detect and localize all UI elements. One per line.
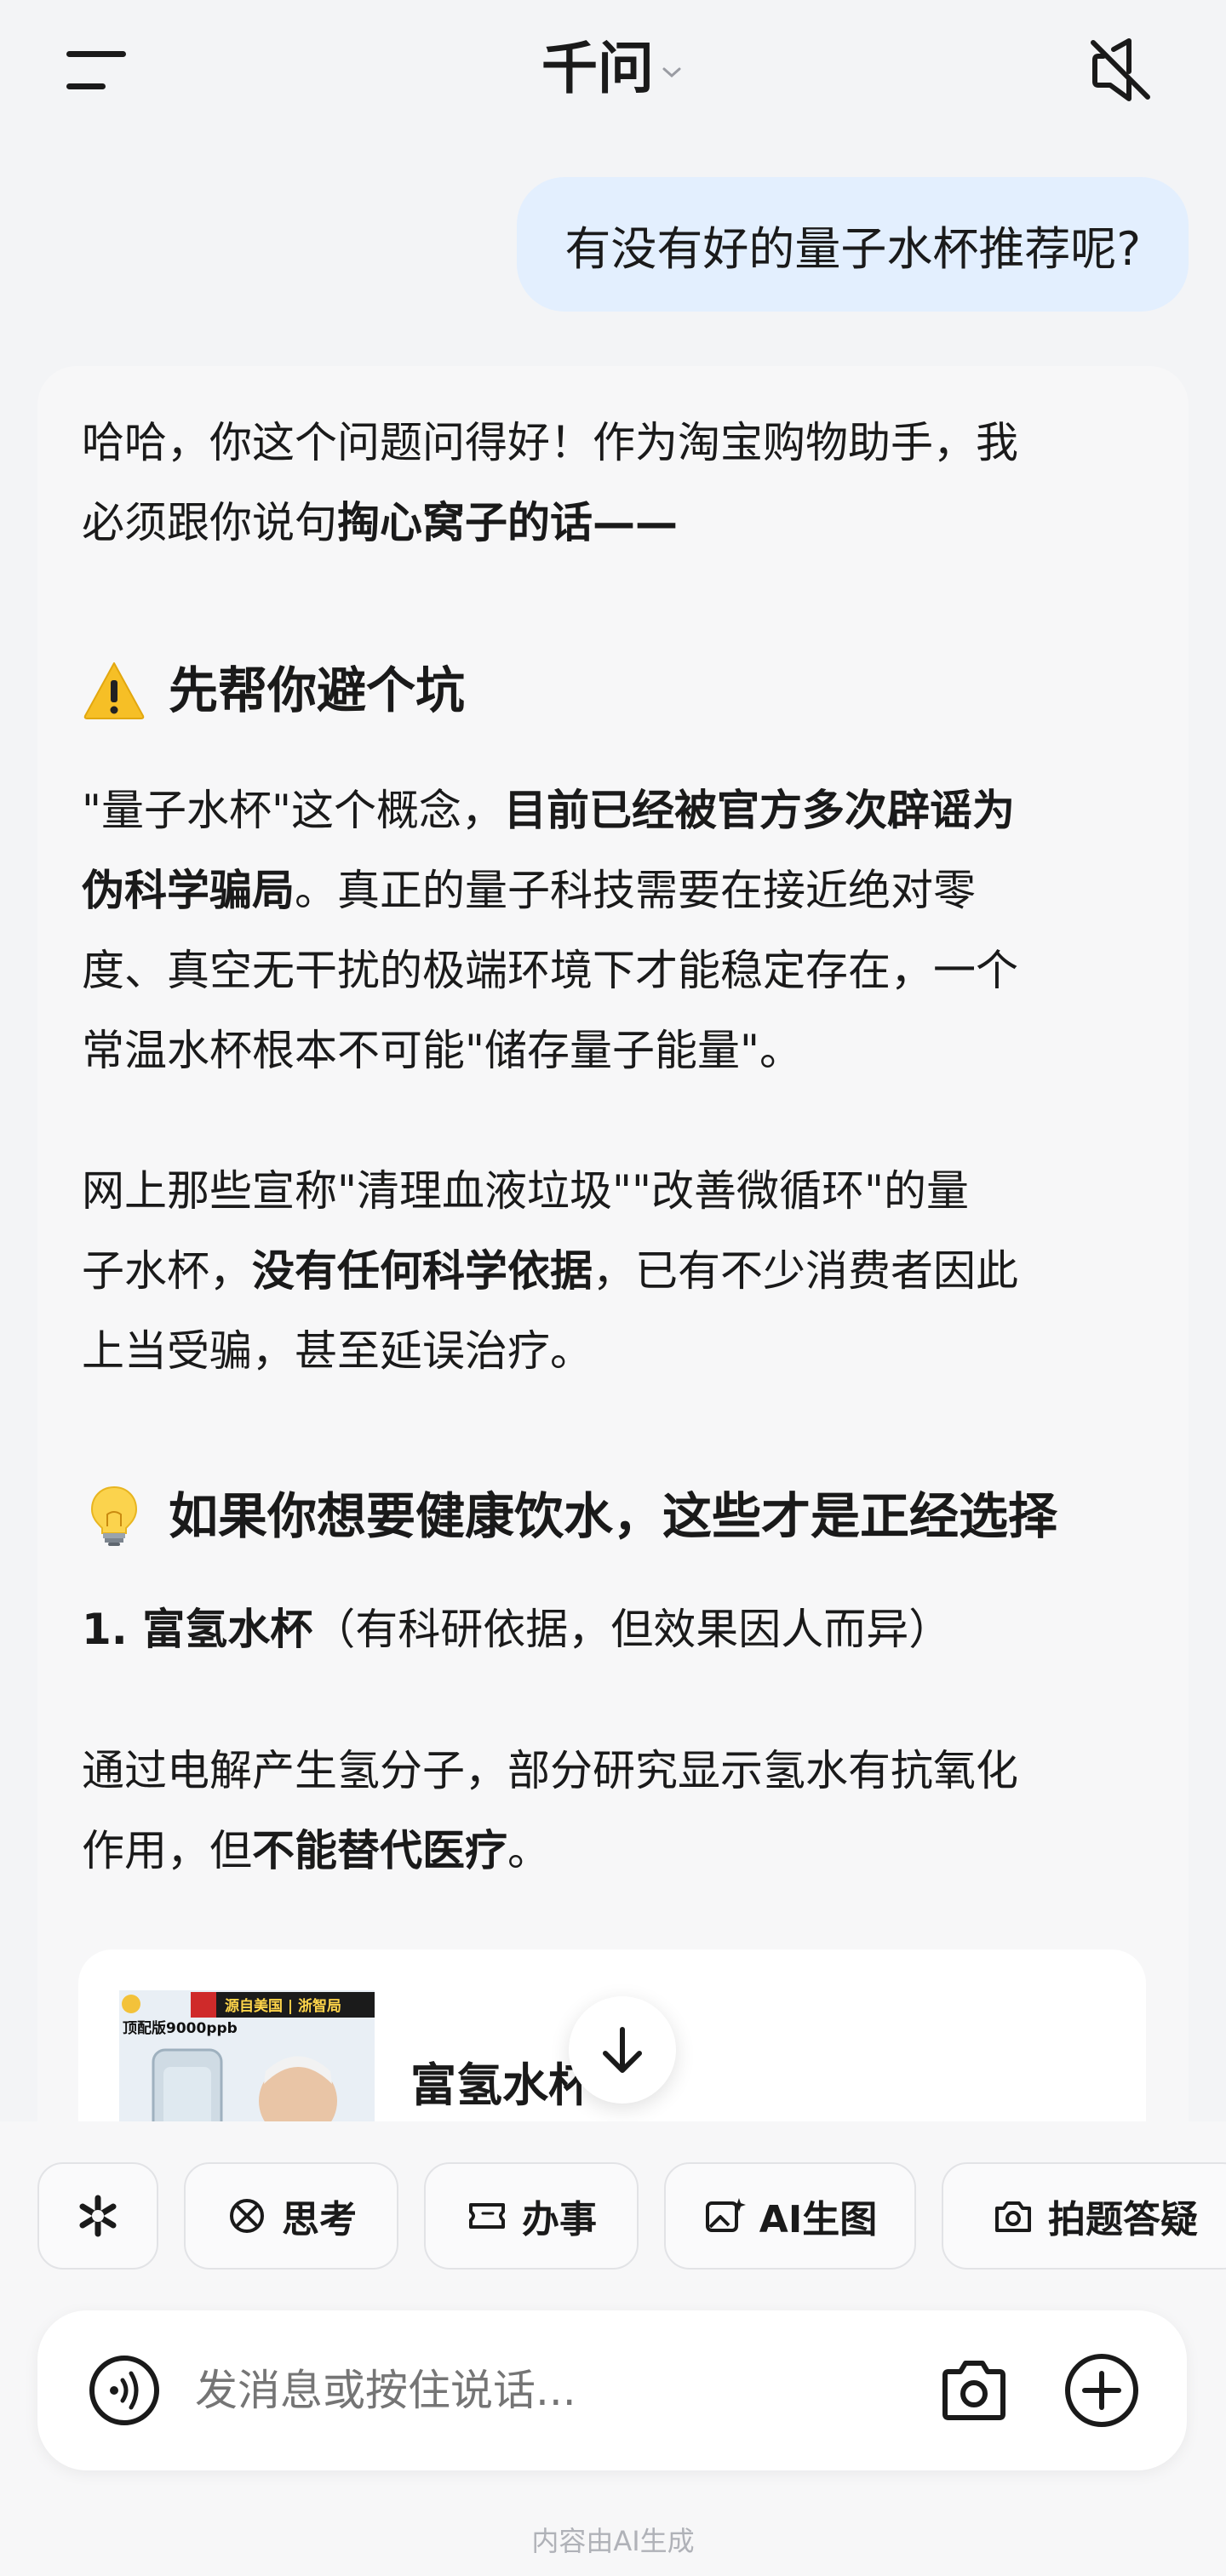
voice-input-icon[interactable] — [87, 2353, 162, 2428]
chip-label-photo-question: 拍题答疑 — [1048, 2198, 1198, 2241]
sparkle-icon — [79, 2195, 117, 2237]
chip-do-tasks[interactable]: 办事 — [424, 2162, 639, 2270]
s1-p2-line3: 上当受骗，甚至延误治疗。 — [82, 1326, 593, 1376]
item1-desc-line2: 作用，但不能替代医疗。 — [82, 1826, 550, 1875]
product-badge-left: 顶配版9000ppb — [123, 2019, 238, 2037]
model-selector[interactable]: 千问 — [0, 31, 1226, 107]
chip-label-think: 思考 — [282, 2198, 357, 2241]
s1-p2-line1: 网上那些宣称"清理血液垃圾""改善微循环"的量 — [82, 1166, 969, 1216]
s1-p1-line3: 度、真空无干扰的极端环境下才能稳定存在，一个 — [82, 946, 1018, 995]
section-heading-healthy-options: 如果你想要健康饮水，这些才是正经选择 — [82, 1478, 1057, 1554]
arrow-down-icon — [603, 2027, 642, 2073]
plus-circle-icon[interactable] — [1063, 2351, 1141, 2430]
ai-message-card: 哈哈，你这个问题问得好！作为淘宝购物助手，我 必须跟你说句掏心窝子的话—— 先帮… — [37, 366, 1189, 2239]
ai-intro-line-1: 哈哈，你这个问题问得好！作为淘宝购物助手，我 — [82, 418, 1018, 467]
scroll-to-bottom-button[interactable] — [569, 1996, 676, 2104]
quick-action-chips: 思考 办事 AI生图 拍题答疑 — [0, 2162, 1226, 2275]
camera-question-icon — [995, 2201, 1031, 2232]
camera-icon[interactable] — [937, 2353, 1011, 2428]
think-icon — [230, 2199, 264, 2233]
user-message-bubble[interactable]: 有没有好的量子水杯推荐呢? — [517, 177, 1189, 312]
s1-p2-line2: 子水杯，没有任何科学依据，已有不少消费者因此 — [82, 1246, 1018, 1296]
chip-more-features[interactable] — [37, 2162, 158, 2270]
ai-intro-line-2: 必须跟你说句掏心窝子的话—— — [82, 498, 678, 547]
composer-area: 思考 办事 AI生图 拍题答疑 发消息或按住说话... 内容由AI生成 — [0, 2121, 1226, 2576]
chip-think[interactable]: 思考 — [184, 2162, 398, 2270]
warning-icon — [83, 662, 145, 719]
message-input-box[interactable] — [37, 2310, 1187, 2470]
top-bar: 千问 — [0, 0, 1226, 145]
item1-title-line: 1. 富氢水杯（有科研依据，但效果因人而异） — [82, 1605, 952, 1654]
product-badge-top: 源自美国 | 浙智局 — [225, 1997, 341, 2015]
item1-desc-line1: 通过电解产生氢分子，部分研究显示氢水有抗氧化 — [82, 1746, 1018, 1795]
s1-p1-line4: 常温水杯根本不可能"储存量子能量"。 — [82, 1026, 802, 1075]
chip-label-do-tasks: 办事 — [522, 2198, 597, 2241]
message-input[interactable] — [195, 2310, 876, 2470]
product-name[interactable]: 富氢水杯 — [410, 2047, 594, 2115]
image-ai-icon — [705, 2198, 746, 2232]
chip-label-ai-image: AI生图 — [759, 2198, 878, 2241]
user-message-text: 有没有好的量子水杯推荐呢? — [564, 221, 1141, 276]
lightbulb-icon — [90, 1485, 138, 1546]
s1-p1-line2: 伪科学骗局。真正的量子科技需要在接近绝对零 — [82, 866, 976, 915]
chip-photo-question[interactable]: 拍题答疑 — [942, 2162, 1226, 2270]
ticket-icon — [469, 2203, 505, 2229]
chevron-down-icon — [662, 67, 681, 77]
speaker-muted-icon[interactable] — [1088, 37, 1153, 102]
chip-ai-image[interactable]: AI生图 — [664, 2162, 916, 2270]
section-heading-avoid-pitfall: 先帮你避个坑 — [82, 652, 465, 729]
app-title: 千问 — [541, 36, 654, 101]
ai-generated-disclaimer: 内容由AI生成 — [531, 2525, 695, 2557]
s1-p1-line1: "量子水杯"这个概念，目前已经被官方多次辟谣为 — [82, 786, 1015, 835]
